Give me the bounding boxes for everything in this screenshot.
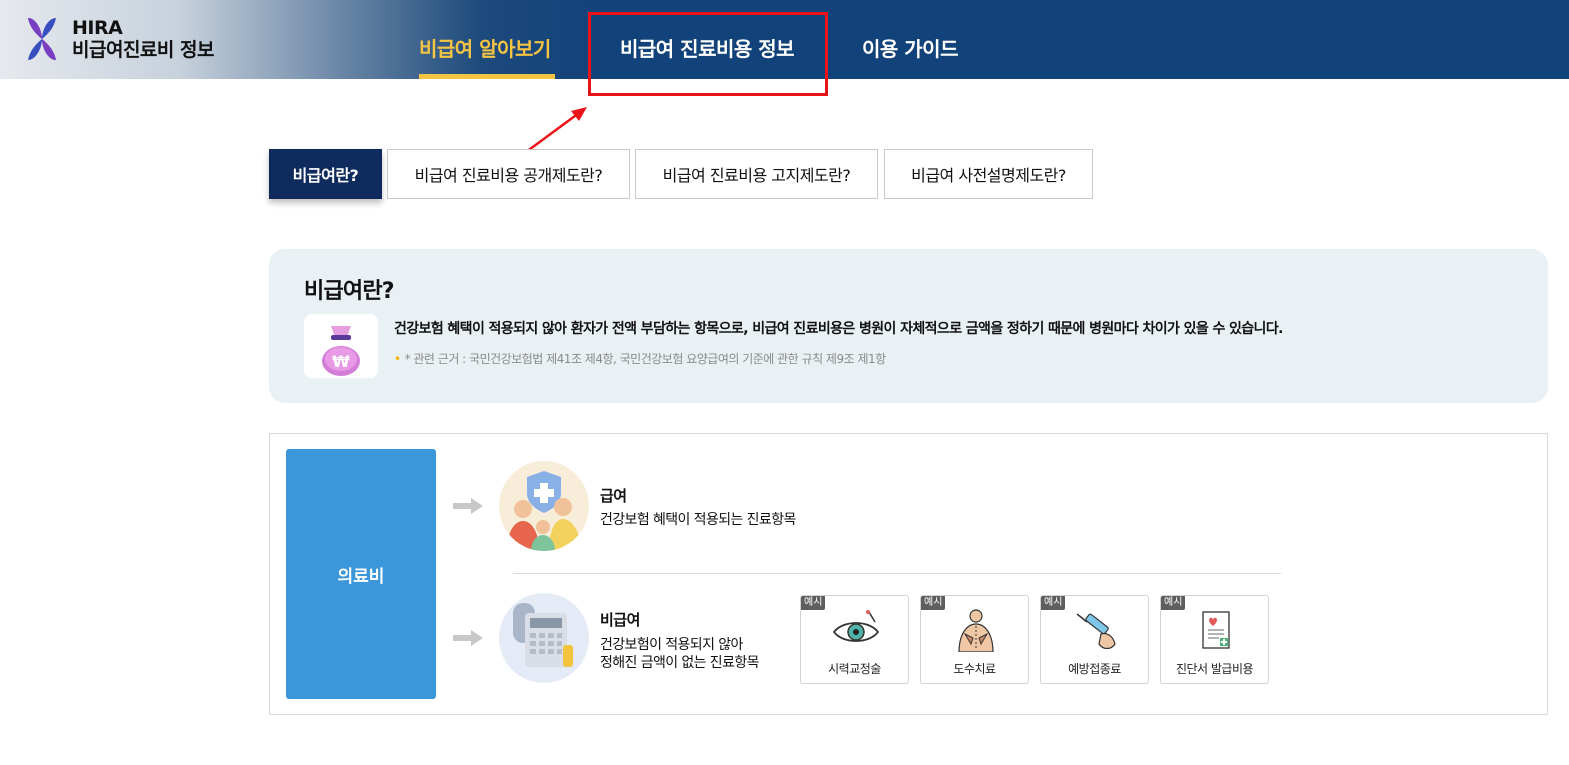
example-card-vaccination: 예시 예방접종료 xyxy=(1040,595,1149,684)
syringe-icon xyxy=(1076,613,1116,650)
nav-noncovered-overview[interactable]: 비급여 알아보기 xyxy=(419,33,551,62)
example-badge: 예시 xyxy=(921,596,946,610)
definition-description: 건강보험 혜택이 적용되지 않아 환자가 전액 부담하는 항목으로, 비급여 진… xyxy=(394,321,1283,337)
legal-basis-text: * 관련 근거 : 국민건강보험법 제41조 제4항, 국민건강보험 요양급여의… xyxy=(404,352,887,366)
money-bag-icon: ₩ xyxy=(304,314,378,378)
tab-cost-notice[interactable]: 비급여 진료비용 고지제도란? xyxy=(635,149,878,199)
example-card-manual-therapy: 예시 도수치료 xyxy=(920,595,1029,684)
branch-divider xyxy=(513,573,1281,574)
bullet-dot-icon: • xyxy=(394,352,401,366)
medical-cost-box: 의료비 xyxy=(286,449,436,699)
example-label: 시력교정술 xyxy=(828,662,881,676)
brand-line-2: 비급여진료비 정보 xyxy=(72,39,214,61)
tab-cost-disclosure[interactable]: 비급여 진료비용 공개제도란? xyxy=(387,149,630,199)
example-badge: 예시 xyxy=(801,596,826,610)
covered-title: 급여 xyxy=(600,487,627,505)
brand-name[interactable]: HIRA 비급여진료비 정보 xyxy=(72,17,214,61)
example-card-vision-correction: 예시 시력교정술 xyxy=(800,595,909,684)
manual-therapy-icon xyxy=(958,609,994,652)
covered-description: 건강보험 혜택이 적용되는 진료항목 xyxy=(600,512,796,528)
example-badge: 예시 xyxy=(1161,596,1186,610)
family-insurance-icon xyxy=(499,461,589,551)
eye-icon xyxy=(832,610,880,642)
tab-what-is-noncovered[interactable]: 비급여란? xyxy=(269,149,382,199)
svg-text:₩: ₩ xyxy=(332,352,350,371)
example-label: 도수치료 xyxy=(953,662,996,676)
example-badge: 예시 xyxy=(1041,596,1066,610)
arrow-right-icon xyxy=(453,498,483,514)
legal-basis-note: • * 관련 근거 : 국민건강보험법 제41조 제4항, 국민건강보험 요양급여… xyxy=(394,350,886,367)
example-card-certificate: 예시 진단서 발급비용 xyxy=(1160,595,1269,684)
example-label: 진단서 발급비용 xyxy=(1175,662,1254,676)
highlight-box xyxy=(588,12,828,96)
tab-prior-explanation[interactable]: 비급여 사전설명제도란? xyxy=(884,149,1093,199)
nav-active-underline xyxy=(419,74,555,79)
noncovered-description-line1: 건강보험이 적용되지 않아 xyxy=(600,637,743,653)
noncovered-description-line2: 정해진 금액이 없는 진료항목 xyxy=(600,655,760,671)
nav-usage-guide[interactable]: 이용 가이드 xyxy=(862,33,958,62)
noncovered-title: 비급여 xyxy=(600,611,640,629)
arrow-right-icon xyxy=(453,630,483,646)
cost-structure-diagram: 의료비 급여 건강보험 혜택이 적용되는 진료항목 비급여 건강보험이 적용되지… xyxy=(269,433,1548,715)
definition-title: 비급여란? xyxy=(304,279,395,304)
definition-panel: 비급여란? ₩ 건강보험 혜택이 적용되지 않아 환자가 전액 부담하는 항목으… xyxy=(269,249,1548,403)
brand-line-1: HIRA xyxy=(72,17,123,39)
calculator-icon xyxy=(499,593,589,683)
example-label: 예방접종료 xyxy=(1068,662,1121,676)
certificate-icon xyxy=(1202,611,1230,649)
hira-logo-icon[interactable] xyxy=(24,16,60,62)
